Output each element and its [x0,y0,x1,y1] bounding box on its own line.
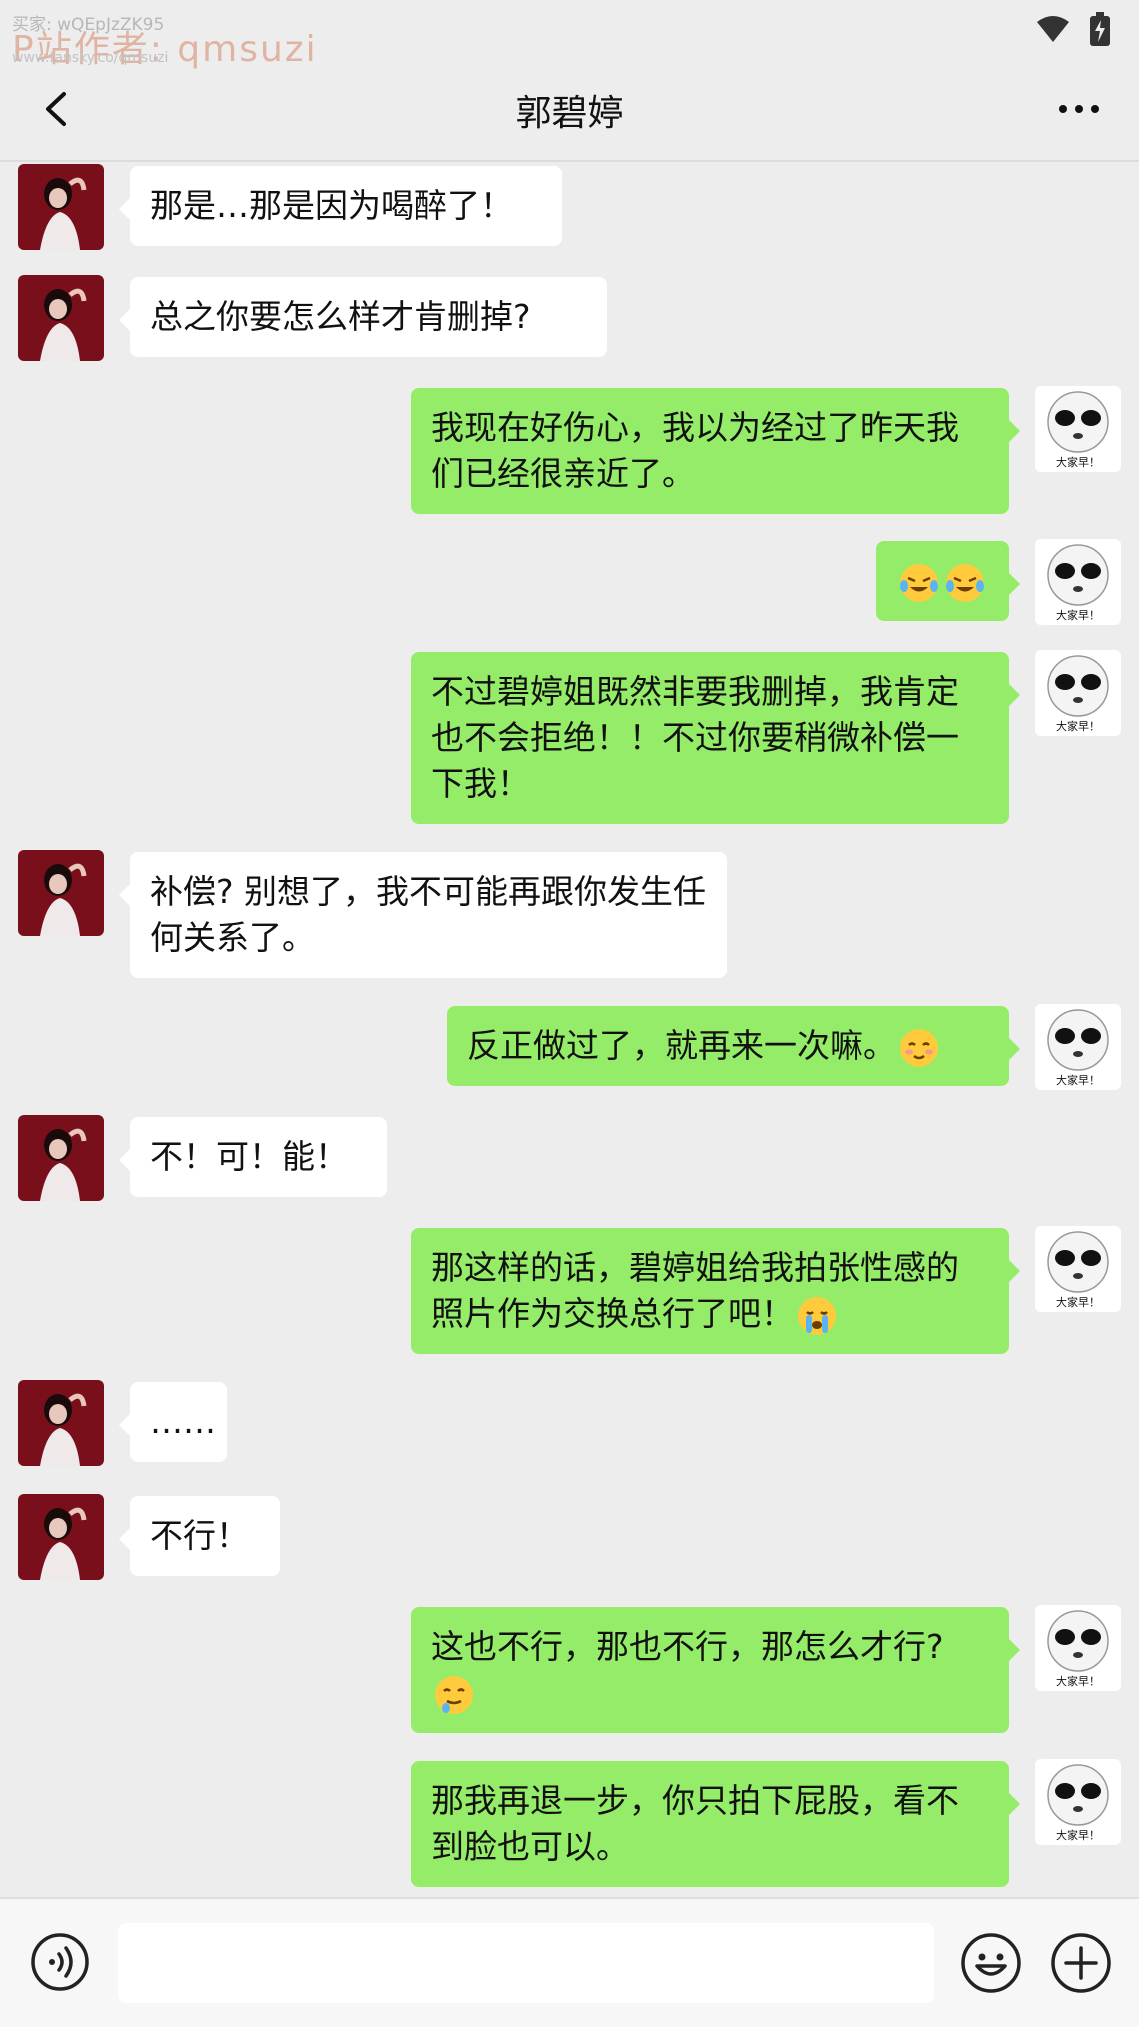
tears-of-joy-emoji-icon [944,562,986,604]
avatar[interactable] [18,1494,104,1580]
message-text: 补偿? 别想了，我不可能再跟你发生任何关系了。 [150,872,707,957]
chat-list[interactable]: 那是…那是因为喝醉了！ 总之你要怎么样才肯删掉? 大家早！ 我现在好伤心，我以为… [0,162,1139,1897]
message-text: 我现在好伤心，我以为经过了昨天我们已经很亲近了。 [431,408,959,493]
avatar[interactable] [18,275,104,361]
message-text: …… [150,1402,216,1441]
message-text: 不过碧婷姐既然非要我删掉，我肯定也不会拒绝！！不过你要稍微补偿一下我！ [431,672,959,803]
svg-text:大家早！: 大家早！ [1056,1674,1100,1688]
smiley-icon [961,1933,1021,1993]
message-bubble[interactable]: 这也不行，那也不行，那怎么才行? [411,1607,1020,1733]
message-bubble[interactable] [876,541,1020,621]
message-bubble[interactable]: 不！可！能！ [119,1117,387,1197]
message-bubble[interactable]: 那这样的话，碧婷姐给我拍张性感的照片作为交换总行了吧！ [411,1228,1020,1354]
status-bar: 买家: wQEpJzZK95 P站作者: qmsuzi www.fansky.c… [0,0,1139,70]
svg-text:大家早！: 大家早！ [1056,455,1100,469]
voice-icon [31,1933,89,1991]
message-bubble[interactable]: 反正做过了，就再来一次嘛。 [447,1006,1020,1086]
message-bubble[interactable]: 补偿? 别想了，我不可能再跟你发生任何关系了。 [119,852,727,978]
avatar[interactable]: 大家早！ [1035,1605,1121,1691]
svg-text:大家早！: 大家早！ [1056,1295,1100,1309]
message-text: 那我再退一步，你只拍下屁股，看不到脸也可以。 [431,1781,959,1866]
more-functions-button[interactable] [1050,1932,1112,1994]
message-text: 反正做过了，就再来一次嘛。 [467,1026,896,1065]
drooling-emoji-icon [433,1674,475,1716]
message-text: 总之你要怎么样才肯删掉? [150,297,531,336]
plus-circle-icon [1051,1933,1111,1993]
wifi-icon [1035,14,1071,48]
page-title: 郭碧婷 [515,93,624,134]
avatar[interactable]: 大家早！ [1035,539,1121,625]
message-input[interactable] [118,1923,934,2003]
chat-header: 郭碧婷 [0,58,1139,160]
tears-of-joy-emoji-icon [898,562,940,604]
avatar[interactable]: 大家早！ [1035,1004,1121,1090]
more-dots-icon [1059,105,1099,113]
avatar[interactable]: 大家早！ [1035,1226,1121,1312]
avatar[interactable] [18,164,104,250]
message-bubble[interactable]: 我现在好伤心，我以为经过了昨天我们已经很亲近了。 [411,388,1020,514]
svg-text:大家早！: 大家早！ [1056,719,1100,733]
avatar[interactable]: 大家早！ [1035,650,1121,736]
avatar[interactable]: 大家早！ [1035,1759,1121,1845]
avatar[interactable]: 大家早！ [1035,386,1121,472]
blush-emoji-icon [898,1027,940,1069]
message-bubble[interactable]: 那是…那是因为喝醉了！ [119,166,562,246]
svg-text:大家早！: 大家早！ [1056,1073,1100,1087]
message-text: 不行！ [150,1516,249,1555]
status-icons [1035,12,1111,50]
message-text: 那这样的话，碧婷姐给我拍张性感的照片作为交换总行了吧！ [431,1248,959,1333]
avatar[interactable] [18,850,104,936]
message-bubble[interactable]: 总之你要怎么样才肯删掉? [119,277,607,357]
input-bar [0,1897,1139,2027]
message-text: 这也不行，那也不行，那怎么才行? [431,1627,944,1666]
battery-charging-icon [1089,12,1111,50]
svg-text:大家早！: 大家早！ [1056,1828,1100,1842]
message-bubble[interactable]: …… [119,1382,227,1462]
avatar[interactable] [18,1380,104,1466]
message-text: 不！可！能！ [150,1137,348,1176]
svg-text:大家早！: 大家早！ [1056,608,1100,622]
message-bubble[interactable]: 不过碧婷姐既然非要我删掉，我肯定也不会拒绝！！不过你要稍微补偿一下我！ [411,652,1020,824]
emoji-button[interactable] [960,1932,1022,1994]
avatar[interactable] [18,1115,104,1201]
more-options-button[interactable] [1049,84,1109,134]
voice-input-button[interactable] [30,1932,90,1992]
message-bubble[interactable]: 不行！ [119,1496,280,1576]
crying-emoji-icon [796,1295,838,1337]
message-text: 那是…那是因为喝醉了！ [150,186,513,225]
message-bubble[interactable]: 那我再退一步，你只拍下屁股，看不到脸也可以。 [411,1761,1020,1887]
